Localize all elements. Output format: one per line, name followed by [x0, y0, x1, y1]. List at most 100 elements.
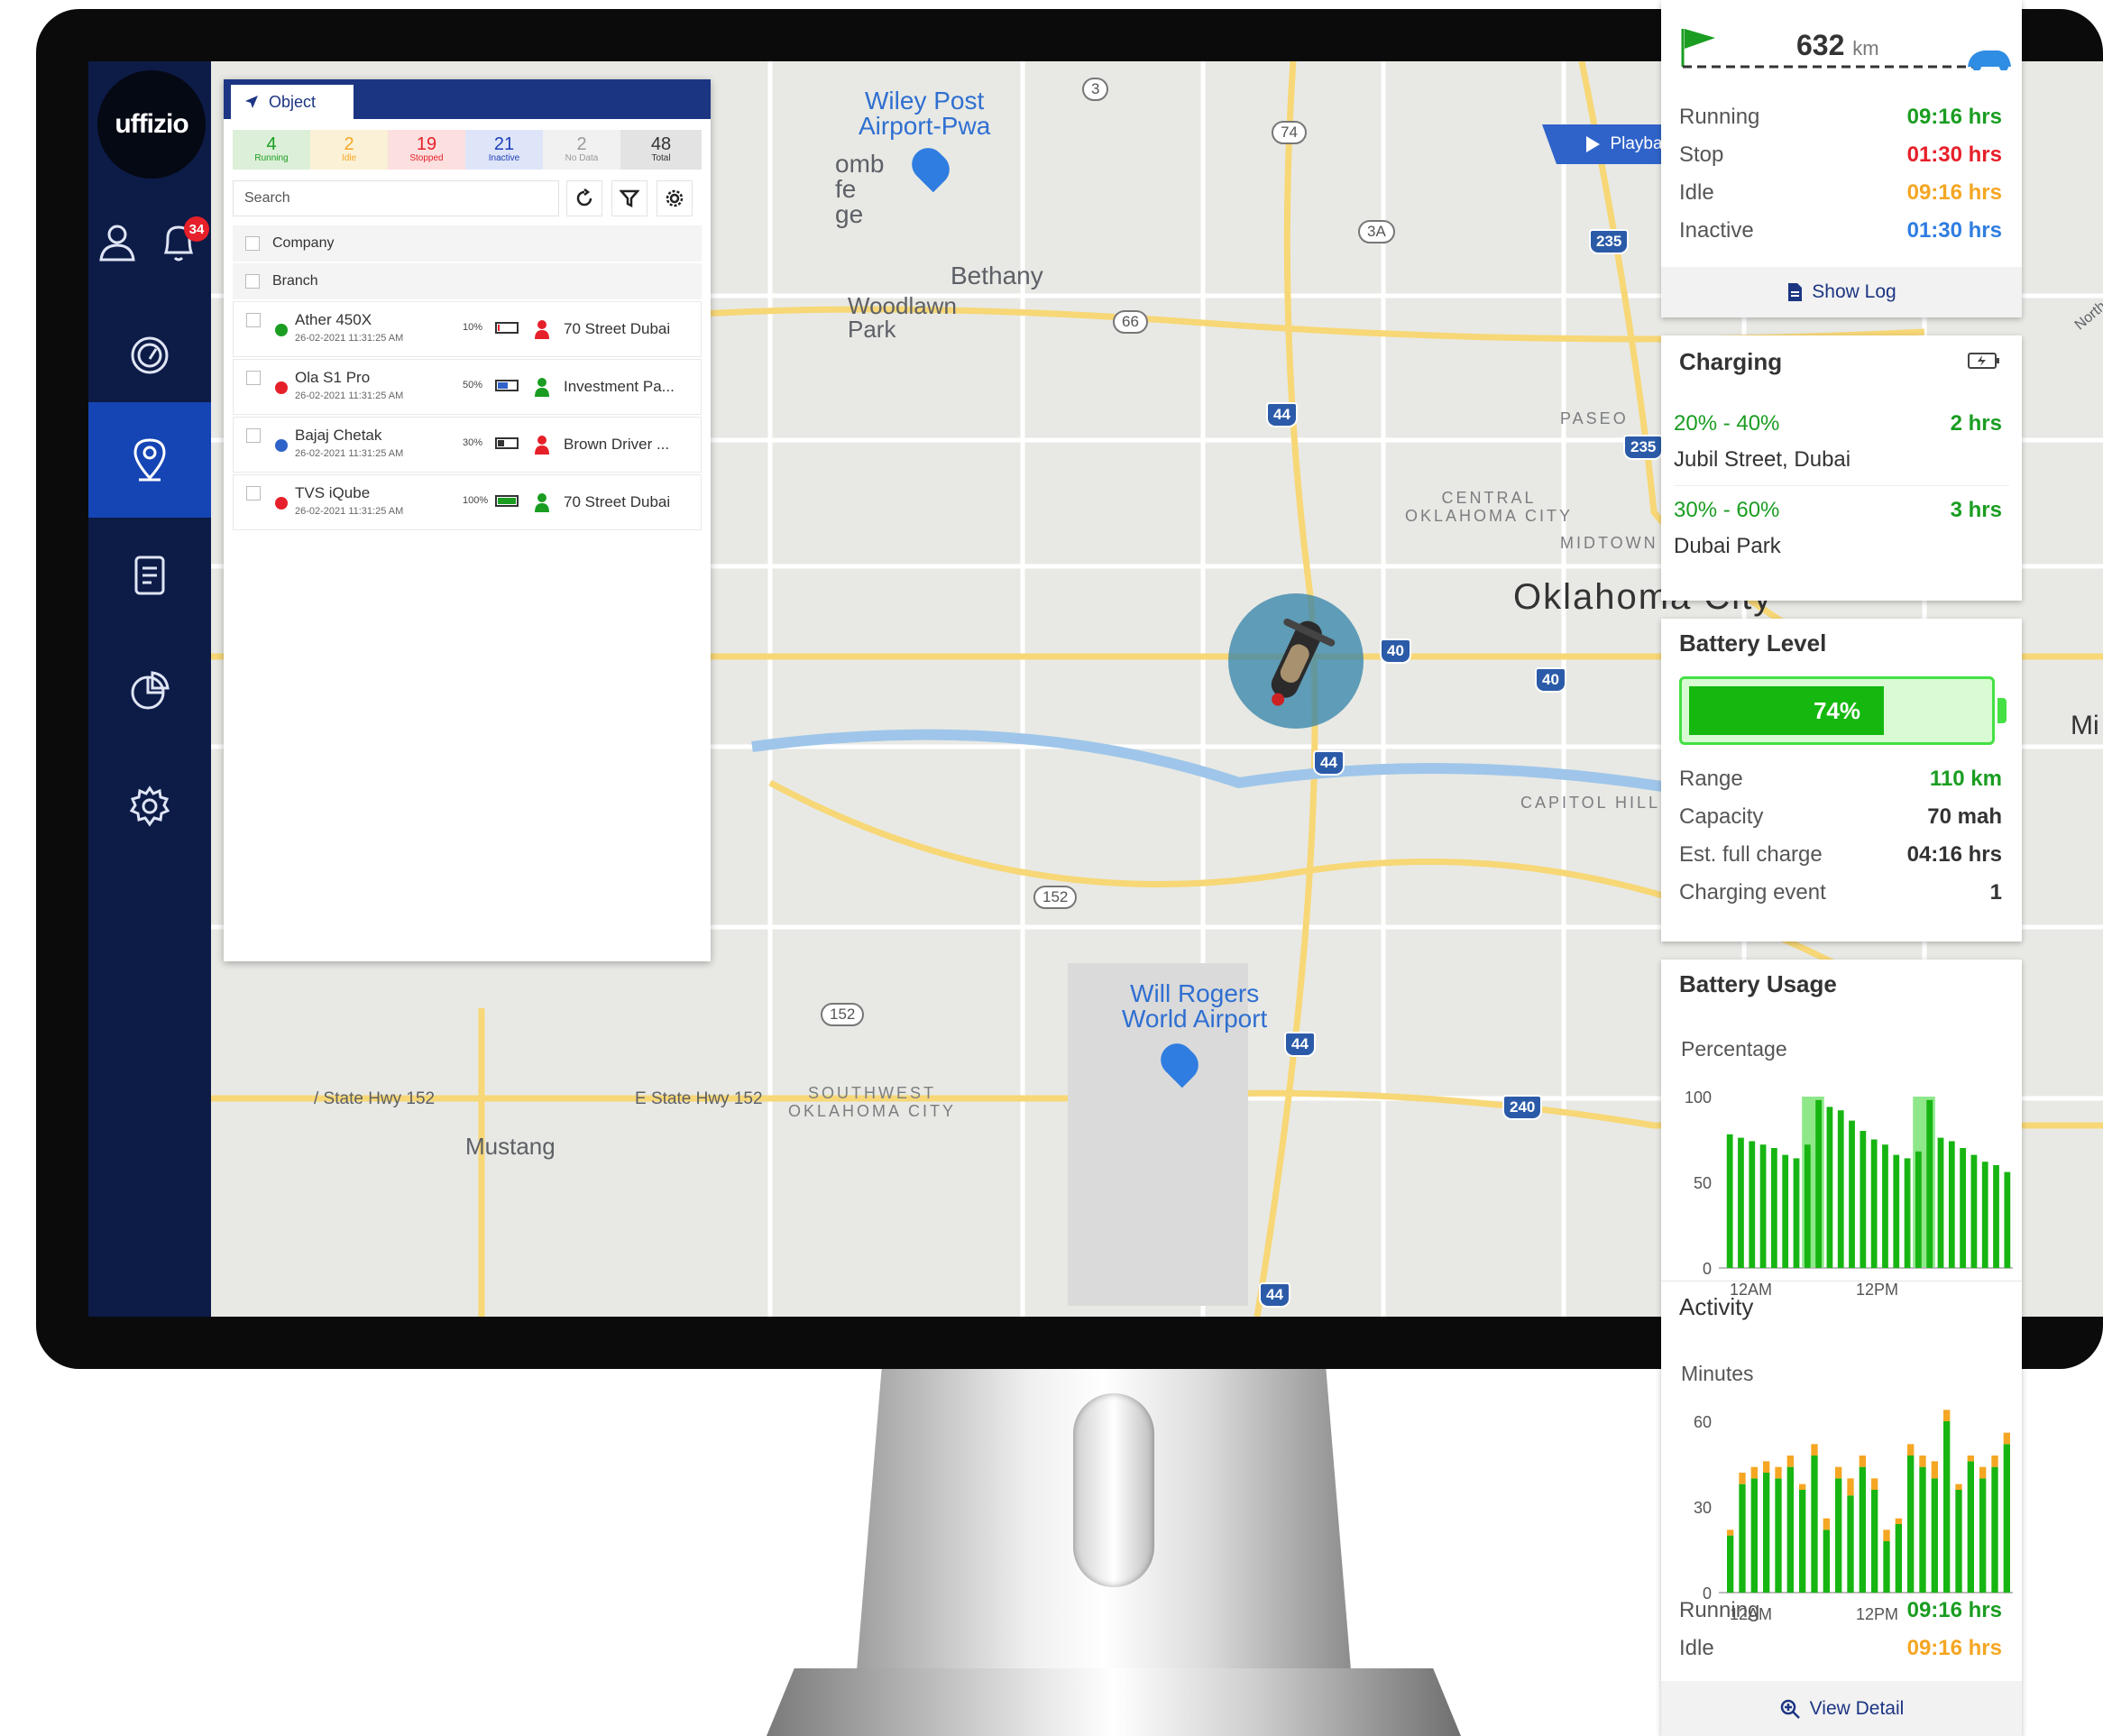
card-title: Charging [1679, 348, 1783, 375]
route-shield: 74 [1272, 121, 1307, 144]
bar-idle [1835, 1466, 1842, 1479]
bar [1771, 1148, 1777, 1268]
stat-total[interactable]: 48 Total [620, 130, 702, 170]
row-label: Capacity [1679, 804, 1764, 829]
bar [1786, 1466, 1794, 1593]
checkbox[interactable] [245, 236, 260, 251]
y-tick-label: 60 [1694, 1413, 1712, 1431]
bar [1967, 1461, 1974, 1593]
bar-idle [1967, 1456, 1974, 1462]
bar-idle [1727, 1529, 1734, 1536]
bar [1837, 1110, 1844, 1268]
gear-icon[interactable] [657, 180, 693, 216]
bar-idle [1871, 1478, 1878, 1490]
stat-count: 2 [344, 134, 354, 154]
user-icon[interactable] [90, 215, 144, 269]
x-tick-label: 12PM [1856, 1281, 1898, 1299]
bar-idle [1859, 1456, 1866, 1467]
charging-event: 20% - 40% 2 hrs [1674, 411, 2002, 436]
battery-level-card: Battery Level 74% Range 110 km Capacity 70… [1661, 619, 2022, 941]
vehicle-row[interactable]: Ola S1 Pro 26-02-2021 11:31:25 AM 50% In… [233, 359, 702, 415]
checkbox[interactable] [246, 428, 261, 443]
bar [1782, 1154, 1789, 1268]
bar [1847, 1495, 1854, 1593]
status-dot [275, 497, 288, 510]
bar [1904, 1158, 1911, 1268]
bar-idle [1763, 1461, 1770, 1473]
row-value: 1 [1989, 880, 2002, 905]
vehicle-location: 70 Street Dubai [564, 320, 671, 337]
vehicle-row[interactable]: Ather 450X 26-02-2021 11:31:25 AM 10% 70… [233, 301, 702, 357]
search-input[interactable]: Search [233, 180, 559, 216]
show-log-button[interactable]: Show Log [1661, 267, 2022, 317]
monitor-stand-slot [1073, 1393, 1154, 1587]
route-shield: 152 [821, 1003, 865, 1026]
checkbox[interactable] [246, 486, 261, 501]
bar [1937, 1137, 1944, 1268]
notification-badge: 34 [184, 216, 209, 242]
checkbox[interactable] [246, 371, 261, 385]
bar-idle [1775, 1466, 1782, 1479]
sidebar-item-map[interactable] [88, 402, 211, 518]
navigation-arrow-icon [245, 96, 258, 108]
report-icon[interactable] [123, 548, 177, 602]
dashboard-icon[interactable] [123, 328, 177, 382]
refresh-icon[interactable] [566, 180, 602, 216]
document-icon [1788, 283, 1803, 301]
vehicle-marker[interactable] [1228, 593, 1364, 729]
stat-inactive[interactable]: 21 Inactive [465, 130, 543, 170]
bar [1981, 1162, 1988, 1268]
bar [1804, 1144, 1811, 1268]
bar [1943, 1421, 1951, 1593]
bar [1738, 1137, 1744, 1268]
battery-terminal [1997, 698, 2007, 723]
bar [1739, 1483, 1746, 1593]
battery-percent: 100% [463, 495, 489, 506]
status-dot [275, 439, 288, 452]
battery-row: Est. full charge 04:16 hrs [1679, 842, 2002, 868]
charging-battery-icon [495, 437, 519, 449]
checkbox[interactable] [245, 274, 260, 289]
vehicle-location: Brown Driver ... [564, 436, 670, 453]
bar [1882, 1144, 1888, 1268]
vehicle-row[interactable]: Bajaj Chetak 26-02-2021 11:31:25 AM 30% … [233, 417, 702, 473]
brand-logo[interactable]: uffizio [97, 70, 206, 179]
driver-icon [535, 493, 549, 512]
bar [1955, 1490, 1962, 1593]
stat-running[interactable]: 4 Running [233, 130, 310, 170]
vehicle-timestamp: 26-02-2021 11:31:25 AM [295, 333, 404, 344]
bar [1826, 1107, 1833, 1268]
checkbox[interactable] [246, 313, 261, 327]
filter-icon[interactable] [611, 180, 647, 216]
analytics-icon[interactable] [123, 664, 177, 718]
view-detail-button[interactable]: View Detail [1661, 1681, 2022, 1736]
vehicle-name: TVS iQube [295, 484, 371, 501]
row-label: Range [1679, 767, 1743, 791]
vehicle-location: 70 Street Dubai [564, 493, 671, 510]
trip-summary-card: 632 km Running 09:16 hrs Stop 01:30 hrs Id… [1661, 0, 2022, 317]
charge-range: 20% - 40% [1674, 411, 1780, 436]
bar [1871, 1490, 1878, 1593]
status-dot [275, 324, 288, 336]
stat-stopped[interactable]: 19 Stopped [388, 130, 465, 170]
tab-object[interactable]: Object [231, 85, 354, 119]
vehicle-name: Ather 450X [295, 311, 372, 328]
battery-row: Charging event 1 [1679, 880, 2002, 905]
bar [1849, 1120, 1855, 1268]
vehicle-row[interactable]: TVS iQube 26-02-2021 11:31:25 AM 100% 70… [233, 474, 702, 530]
bar [1759, 1144, 1767, 1268]
map-label-woodlawn: Woodlawn Park [848, 292, 957, 343]
stat-idle[interactable]: 2 Idle [310, 130, 388, 170]
charge-range: 30% - 60% [1674, 498, 1780, 522]
bar [1991, 1466, 1998, 1593]
group-company[interactable]: Company [233, 225, 702, 262]
route-shield: 66 [1113, 310, 1148, 334]
monitor-stand-base [767, 1668, 1461, 1736]
stat-no-data[interactable]: 2 No Data [543, 130, 620, 170]
map-label-bethany: Bethany [950, 262, 1043, 289]
group-branch[interactable]: Branch [233, 263, 702, 299]
bar [1915, 1151, 1922, 1268]
settings-icon[interactable] [123, 779, 177, 833]
stat-label: Total [651, 153, 671, 163]
stat-label: Idle [341, 153, 357, 163]
